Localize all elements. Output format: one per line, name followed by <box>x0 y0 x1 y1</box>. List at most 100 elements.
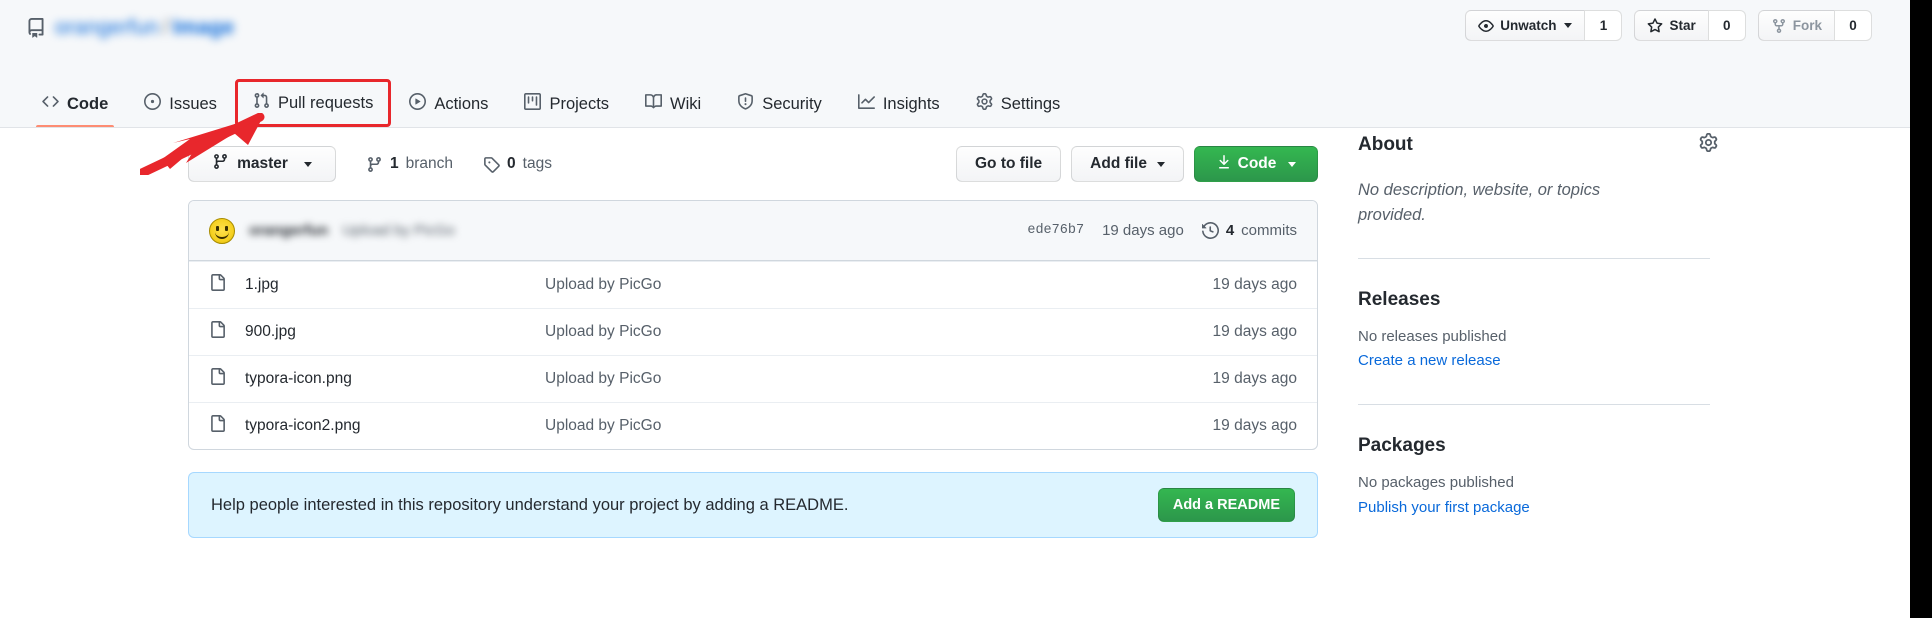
readme-banner-text: Help people interested in this repositor… <box>211 495 849 514</box>
git-pull-request-icon <box>253 92 270 114</box>
file-commit-message[interactable]: Upload by PicGo <box>545 276 1213 294</box>
tab-insights-label: Insights <box>882 94 940 113</box>
tab-actions[interactable]: Actions <box>393 81 504 127</box>
tab-settings[interactable]: Settings <box>960 81 1077 127</box>
tab-code[interactable]: Code <box>26 81 124 127</box>
tab-insights[interactable]: Insights <box>842 81 956 127</box>
star-button-group: Star 0 <box>1634 10 1746 41</box>
tab-wiki[interactable]: Wiki <box>629 81 717 127</box>
play-icon <box>409 93 427 115</box>
unwatch-button[interactable]: Unwatch <box>1465 10 1585 41</box>
file-name[interactable]: 1.jpg <box>245 276 545 294</box>
sidebar-divider <box>1358 404 1710 405</box>
file-icon <box>209 415 229 437</box>
repo-breadcrumb[interactable]: orangerfun / Image <box>55 16 234 40</box>
repository-header: orangerfun / Image Unwatch 1 Star 0 Fork… <box>0 0 1910 128</box>
repo-name[interactable]: Image <box>173 16 235 39</box>
add-file-button[interactable]: Add file <box>1071 146 1184 182</box>
file-time: 19 days ago <box>1212 417 1297 434</box>
repository-nav: Code Issues Pull requests Actions Projec… <box>26 79 1076 127</box>
branch-word: branch <box>405 155 454 172</box>
file-name[interactable]: typora-icon.png <box>245 370 545 388</box>
tab-security[interactable]: Security <box>721 81 838 127</box>
tag-count-link[interactable]: 0 tags <box>483 155 552 173</box>
star-count[interactable]: 0 <box>1707 10 1746 41</box>
commit-meta: ede76b7 19 days ago 4 commits <box>1027 222 1297 239</box>
tab-pull-requests[interactable]: Pull requests <box>234 79 392 127</box>
file-commit-message[interactable]: Upload by PicGo <box>545 323 1213 341</box>
tab-issues[interactable]: Issues <box>128 81 233 127</box>
file-time: 19 days ago <box>1212 323 1297 340</box>
publish-package-link[interactable]: Publish your first package <box>1358 496 1718 521</box>
commit-author[interactable]: orangerfun <box>249 222 328 239</box>
table-row[interactable]: 1.jpg Upload by PicGo 19 days ago <box>189 261 1317 308</box>
file-name[interactable]: typora-icon2.png <box>245 417 545 435</box>
tab-issues-label: Issues <box>169 94 217 113</box>
right-edge-gutter <box>1910 0 1932 618</box>
commit-time: 19 days ago <box>1102 222 1184 239</box>
tab-wiki-label: Wiki <box>670 94 702 113</box>
chevron-down-icon <box>1157 161 1165 167</box>
packages-section: Packages No packages published Publish y… <box>1358 429 1718 521</box>
tab-projects[interactable]: Projects <box>508 81 625 127</box>
chevron-down-icon <box>1288 161 1297 167</box>
fork-button[interactable]: Fork <box>1757 10 1834 41</box>
main-content: master 1 branch 0 tags Go to file Add fi… <box>0 128 1910 618</box>
commit-author-message[interactable]: orangerfun Upload by PicGo <box>249 222 455 239</box>
unwatch-label: Unwatch <box>1500 17 1557 33</box>
graph-icon <box>857 93 875 115</box>
chevron-down-icon <box>1564 23 1573 28</box>
tag-icon <box>483 156 500 173</box>
readme-banner: Help people interested in this repositor… <box>188 472 1318 538</box>
file-icon <box>209 274 229 296</box>
repository-title: orangerfun / Image <box>26 14 234 42</box>
tag-word: tags <box>522 155 552 172</box>
releases-title: Releases <box>1358 288 1441 310</box>
fork-label: Fork <box>1792 17 1822 33</box>
file-listing: orangerfun Upload by PicGo ede76b7 19 da… <box>188 200 1318 450</box>
file-name[interactable]: 900.jpg <box>245 323 545 341</box>
star-label: Star <box>1669 17 1696 33</box>
create-release-link[interactable]: Create a new release <box>1358 349 1718 374</box>
table-row[interactable]: 900.jpg Upload by PicGo 19 days ago <box>189 308 1317 355</box>
file-commit-message[interactable]: Upload by PicGo <box>545 417 1213 435</box>
repo-owner[interactable]: orangerfun <box>55 16 159 39</box>
download-icon <box>1216 154 1232 175</box>
branch-count-link[interactable]: 1 branch <box>366 155 453 173</box>
tab-pull-requests-label: Pull requests <box>277 93 374 112</box>
table-row[interactable]: typora-icon.png Upload by PicGo 19 days … <box>189 355 1317 402</box>
table-row[interactable]: typora-icon2.png Upload by PicGo 19 days… <box>189 402 1317 449</box>
file-commit-message[interactable]: Upload by PicGo <box>545 370 1213 388</box>
go-to-file-label: Go to file <box>974 155 1043 172</box>
gear-icon[interactable] <box>1699 133 1718 157</box>
code-button[interactable]: Code <box>1194 146 1318 182</box>
add-file-label: Add file <box>1090 155 1147 172</box>
go-to-file-button[interactable]: Go to file <box>955 146 1062 182</box>
book-icon <box>645 93 663 115</box>
commit-message[interactable]: Upload by PicGo <box>342 222 455 239</box>
packages-header: Packages <box>1358 429 1718 463</box>
file-icon <box>209 321 229 343</box>
star-button[interactable]: Star <box>1634 10 1708 41</box>
branch-icon <box>212 153 229 175</box>
commits-count-link[interactable]: 4 commits <box>1201 222 1297 239</box>
tab-projects-label: Projects <box>549 94 610 113</box>
star-icon <box>1647 17 1663 34</box>
toolbar-actions: Go to file Add file Code <box>955 146 1318 182</box>
watch-count[interactable]: 1 <box>1584 10 1623 41</box>
fork-button-group: Fork 0 <box>1757 10 1872 41</box>
fork-count[interactable]: 0 <box>1834 10 1872 41</box>
releases-empty-text: No releases published <box>1358 327 1507 345</box>
watch-button-group: Unwatch 1 <box>1465 10 1623 41</box>
add-readme-button[interactable]: Add a README <box>1157 488 1295 522</box>
file-time: 19 days ago <box>1212 276 1297 293</box>
branch-name: master <box>237 155 288 172</box>
github-repo-page: orangerfun / Image Unwatch 1 Star 0 Fork… <box>0 0 1932 618</box>
repo-content-column: master 1 branch 0 tags Go to file Add fi… <box>188 128 1318 538</box>
repo-sidebar: About No description, website, or topics… <box>1358 128 1718 521</box>
commits-count: 4 <box>1225 222 1235 239</box>
branch-selector[interactable]: master <box>188 146 336 182</box>
avatar[interactable] <box>209 217 235 244</box>
chevron-down-icon <box>303 161 312 167</box>
commit-sha[interactable]: ede76b7 <box>1027 223 1084 238</box>
